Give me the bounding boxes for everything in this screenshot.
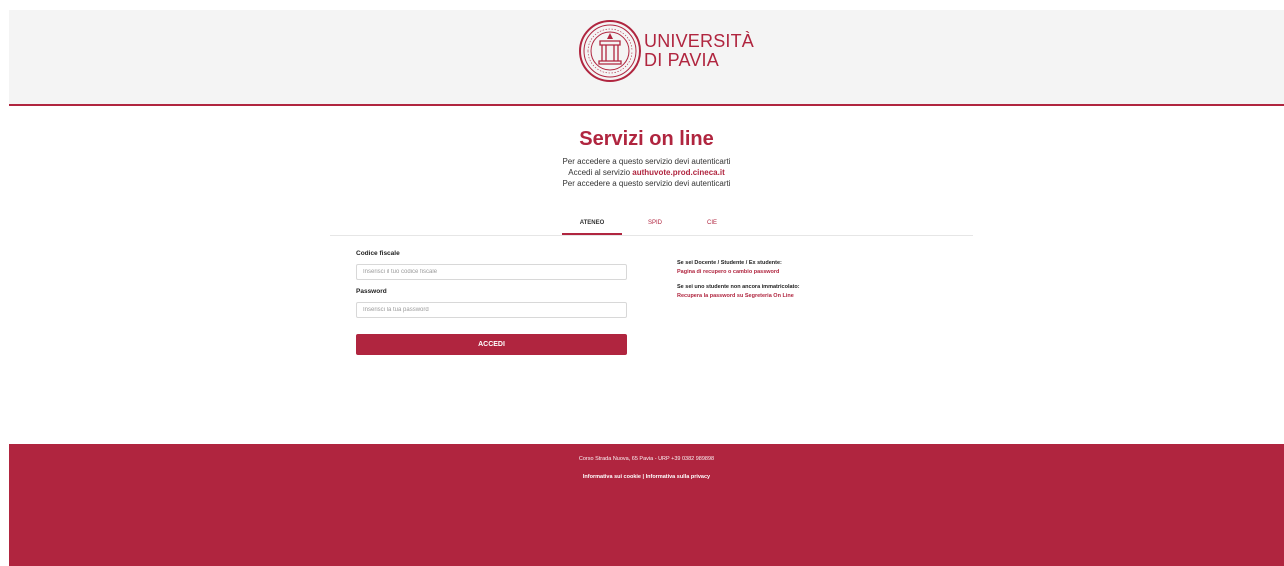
codice-fiscale-input[interactable]	[356, 264, 627, 280]
privacy-policy-link[interactable]: Informativa sulla privacy	[646, 474, 711, 480]
password-label: Password	[356, 288, 387, 295]
logo-wordmark: UNIVERSITÀ DI PAVIA	[644, 32, 754, 70]
intro-line-3: Per accedere a questo servizio devi aute…	[562, 179, 731, 188]
tab-spid[interactable]: SPID	[635, 213, 675, 234]
page: UNIVERSITÀ DI PAVIA Servizi on line Per …	[9, 10, 1284, 566]
site-footer: Corso Strada Nuova, 65 Pavia - URP +39 0…	[9, 444, 1284, 566]
password-help: Se sei Docente / Studente / Ex studente:…	[677, 259, 927, 300]
accedi-button[interactable]: ACCEDI	[356, 334, 627, 355]
auth-tabs: ATENEO SPID CIE	[330, 213, 973, 236]
tab-cie[interactable]: CIE	[692, 213, 732, 234]
codice-fiscale-label: Codice fiscale	[356, 250, 400, 257]
university-logo[interactable]: UNIVERSITÀ DI PAVIA	[578, 19, 754, 83]
help-question-1: Se sei Docente / Studente / Ex studente:	[677, 260, 782, 266]
segreteria-password-link[interactable]: Recupera la password su Segreteria On Li…	[677, 292, 927, 301]
logo-line-1: UNIVERSITÀ	[644, 31, 755, 51]
service-link[interactable]: authuvote.prod.cineca.it	[632, 168, 724, 177]
site-header: UNIVERSITÀ DI PAVIA	[9, 10, 1284, 106]
cookie-policy-link[interactable]: Informativa sui cookie	[583, 474, 641, 480]
intro-line-2-prefix: Accedi al servizio	[568, 168, 633, 177]
password-input[interactable]	[356, 302, 627, 318]
main-content: Servizi on line Per accedere a questo se…	[9, 106, 1284, 444]
recover-password-link[interactable]: Pagina di recupero o cambio password	[677, 268, 927, 277]
intro-line-2: Accedi al servizio authuvote.prod.cineca…	[9, 168, 1284, 177]
help-question-2: Se sei uno studente non ancora immatrico…	[677, 284, 800, 290]
tab-ateneo[interactable]: ATENEO	[562, 213, 622, 235]
university-seal-icon	[579, 20, 641, 82]
footer-address: Corso Strada Nuova, 65 Pavia - URP +39 0…	[578, 456, 715, 462]
footer-links: Informativa sui cookie | Informativa sul…	[9, 474, 1284, 480]
page-title: Servizi on line	[579, 128, 714, 150]
logo-line-2: DI PAVIA	[644, 50, 719, 70]
intro-line-1: Per accedere a questo servizio devi aute…	[562, 157, 731, 166]
